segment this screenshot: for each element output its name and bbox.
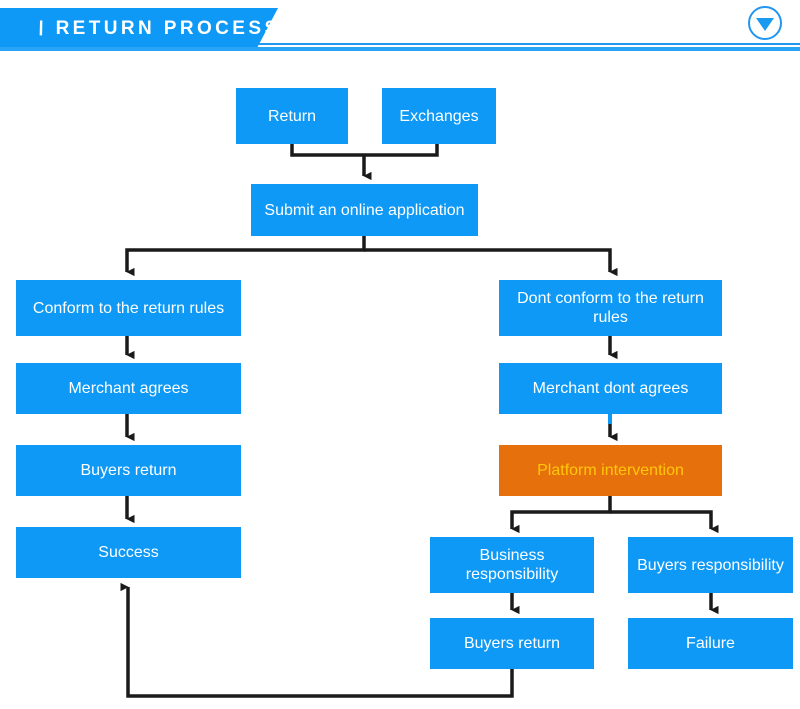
node-success[interactable]: Success [16,527,241,578]
node-label: Conform to the return rules [32,299,225,317]
node-conform-to-return-rules[interactable]: Conform to the return rules [16,280,241,336]
node-label: Exchanges [399,107,479,125]
edge-platform-to-buyers-resp [610,510,719,534]
edge-submit-to-dont-conform [364,248,618,277]
node-platform-intervention[interactable]: Platform intervention [499,445,722,496]
node-label: Dont conform to the return rules [517,290,704,326]
node-return[interactable]: Return [236,88,348,144]
flowchart-canvas: Return Exchanges Submit an online applic… [0,0,800,709]
node-label: Platform intervention [537,462,684,479]
node-label: Merchant agrees [68,380,189,397]
edge-merge-bar [290,144,439,157]
node-label: Buyers return [80,462,177,479]
node-exchanges[interactable]: Exchanges [382,88,496,144]
node-label: Buyers responsibility [637,556,784,574]
node-dont-conform-to-return-rules[interactable]: Dont conform to the return rules [499,280,722,336]
node-label: Buyers return [463,635,561,652]
node-buyers-return-right[interactable]: Buyers return [430,618,594,669]
node-merchant-dont-agrees[interactable]: Merchant dont agrees [499,363,722,414]
edge-platform-to-business [510,496,612,534]
node-business-responsibility[interactable]: Business responsibility [430,537,594,593]
node-label: Return [267,107,317,125]
node-merchant-agrees[interactable]: Merchant agrees [16,363,241,414]
node-buyers-responsibility[interactable]: Buyers responsibility [628,537,793,593]
node-label: Business responsibility [465,547,559,583]
edge-submit-to-conform [125,236,366,277]
node-failure[interactable]: Failure [628,618,793,669]
node-label: Failure [686,635,735,652]
node-buyers-return-left[interactable]: Buyers return [16,445,241,496]
node-submit-online-application[interactable]: Submit an online application [251,184,478,236]
node-label: Submit an online application [264,201,465,219]
node-label: Success [98,544,159,561]
node-label: Merchant dont agrees [532,380,689,397]
